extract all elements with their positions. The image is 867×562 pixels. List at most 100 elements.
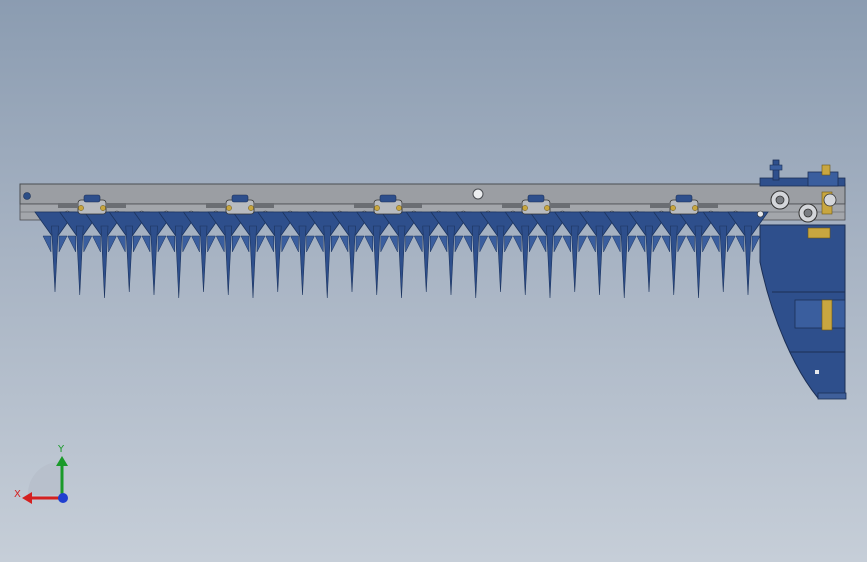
- clamp-brass-bolt: [396, 205, 402, 211]
- finger-spike: [397, 225, 406, 299]
- finger-spike: [620, 225, 629, 299]
- clamp-arm: [698, 203, 718, 208]
- brass-pin-top: [821, 164, 831, 176]
- x-axis-arrow: [22, 492, 32, 504]
- clamp-arm: [206, 203, 226, 208]
- finger-spike: [570, 225, 579, 293]
- roller-left: [770, 190, 790, 210]
- clamp-arm: [106, 203, 126, 208]
- triad-plane: [27, 461, 63, 495]
- finger-plate: [686, 235, 695, 253]
- finger-plate: [380, 235, 390, 253]
- finger-plate: [389, 235, 398, 253]
- clamp-brass-bolt: [522, 205, 528, 211]
- y-axis-label: Y: [57, 444, 65, 455]
- housing-bracket: [794, 299, 846, 329]
- rail-hole: [472, 188, 484, 200]
- finger-plate: [735, 235, 745, 253]
- finger-plate: [488, 235, 497, 253]
- finger-spike: [447, 225, 455, 296]
- finger-plate: [58, 235, 68, 253]
- finger-spike: [100, 225, 109, 299]
- cutter-bar-model[interactable]: [0, 0, 867, 562]
- finger-plate: [677, 235, 687, 253]
- finger-plate: [207, 235, 216, 253]
- finger-plate: [454, 235, 464, 253]
- finger-plate: [364, 235, 373, 253]
- finger-plate: [133, 235, 142, 253]
- orientation-triad[interactable]: X Y: [10, 440, 80, 510]
- finger-plate: [438, 235, 448, 253]
- brass-pin-lower: [821, 299, 833, 331]
- clamp-arm: [650, 203, 670, 208]
- finger-plate: [512, 235, 522, 253]
- finger-plate: [405, 235, 414, 253]
- clamp-brass-bolt: [374, 205, 380, 211]
- clamp-brass-bolt: [78, 205, 84, 211]
- finger-plate: [553, 235, 563, 253]
- finger-spike: [645, 225, 653, 293]
- finger-spike: [199, 225, 208, 293]
- finger-spike: [249, 225, 257, 299]
- clamp-arm: [354, 203, 374, 208]
- finger-plate: [232, 235, 241, 253]
- finger-spike: [546, 225, 554, 299]
- finger-plate: [83, 235, 93, 253]
- finger-plate: [537, 235, 547, 253]
- finger-spike: [174, 225, 183, 299]
- finger-plate: [157, 235, 167, 253]
- roller-small: [823, 193, 837, 207]
- rail-end-bolt: [23, 192, 31, 200]
- finger-plate: [281, 235, 291, 253]
- finger-spike: [694, 225, 703, 299]
- cad-viewport[interactable]: X Y: [0, 0, 867, 562]
- finger-plate: [256, 235, 266, 253]
- clamp-cap: [675, 194, 693, 203]
- finger-plate: [331, 235, 340, 253]
- finger-spike: [150, 225, 158, 296]
- y-axis-arrow: [56, 456, 68, 466]
- finger-plate: [215, 235, 225, 253]
- finger-spike: [298, 225, 307, 296]
- finger-plate: [92, 235, 101, 253]
- clamp-arm: [550, 203, 570, 208]
- finger-spike: [669, 225, 678, 296]
- finger-spike: [744, 225, 752, 296]
- clamp-cap: [83, 194, 101, 203]
- drive-pin-cap: [769, 164, 783, 171]
- clamp-cap: [379, 194, 397, 203]
- finger-plate: [603, 235, 612, 253]
- z-axis-dot: [58, 493, 68, 503]
- housing-bolt: [815, 370, 819, 374]
- knife-rail: [19, 183, 846, 205]
- clamp-arm: [254, 203, 274, 208]
- finger-plate: [306, 235, 315, 253]
- finger-spike: [471, 225, 480, 299]
- roller-right: [798, 203, 818, 223]
- clamp-brass-bolt: [692, 205, 698, 211]
- finger-plate: [578, 235, 588, 253]
- finger-plate: [191, 235, 200, 253]
- rail-bolt: [757, 210, 764, 218]
- finger-spike: [348, 225, 356, 293]
- clamp-brass-bolt: [670, 205, 676, 211]
- finger-spike: [323, 225, 332, 299]
- finger-spike: [372, 225, 381, 296]
- finger-plate: [290, 235, 299, 253]
- finger-plate: [751, 235, 761, 253]
- finger-plate: [240, 235, 250, 253]
- clamp-brass-bolt: [544, 205, 550, 211]
- finger-plate: [265, 235, 274, 253]
- x-axis-label: X: [14, 489, 21, 500]
- finger-plate: [727, 235, 736, 253]
- finger-spike: [521, 225, 530, 296]
- finger-spike: [51, 225, 59, 293]
- finger-plate: [628, 235, 637, 253]
- finger-spike: [595, 225, 604, 296]
- finger-plate: [314, 235, 324, 253]
- clamp-cap: [231, 194, 249, 203]
- finger-plate: [636, 235, 646, 253]
- clamp-arm: [402, 203, 422, 208]
- clamp-arm: [58, 203, 78, 208]
- finger-plate: [67, 235, 76, 253]
